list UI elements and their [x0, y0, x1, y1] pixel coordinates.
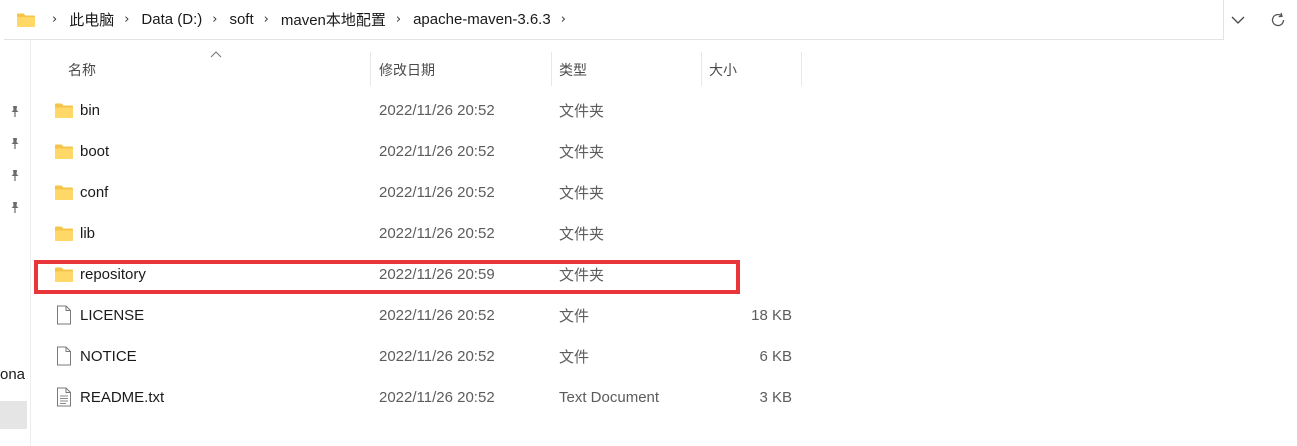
- breadcrumb-item-apache-maven[interactable]: apache-maven-3.6.3: [413, 11, 551, 28]
- file-modified-date: 2022/11/26 20:52: [379, 102, 495, 119]
- file-type: 文件夹: [559, 267, 605, 284]
- file-name[interactable]: conf: [80, 172, 108, 213]
- file-row-notice[interactable]: NOTICE 2022/11/26 20:52 文件 6 KB: [30, 336, 800, 377]
- pin-icon: [8, 168, 22, 182]
- file-name[interactable]: lib: [80, 213, 95, 254]
- file-row-conf[interactable]: conf 2022/11/26 20:52 文件夹: [30, 172, 800, 213]
- pin-icon: [8, 200, 22, 214]
- file-type: 文件: [559, 349, 590, 366]
- file-type: 文件夹: [559, 144, 605, 161]
- file-type: 文件夹: [559, 185, 605, 202]
- folder-icon: [54, 102, 74, 119]
- chevron-right-icon[interactable]: ›: [396, 12, 401, 27]
- breadcrumb-item-soft[interactable]: soft: [229, 11, 253, 28]
- breadcrumb-item-drive[interactable]: Data (D:): [141, 11, 202, 28]
- nav-item-label[interactable]: ona: [0, 366, 25, 383]
- file-row-readme-txt[interactable]: README.txt 2022/11/26 20:52 Text Document 3…: [30, 377, 800, 418]
- column-header-type[interactable]: 类型: [559, 52, 699, 88]
- column-header-size[interactable]: 大小: [709, 52, 799, 88]
- column-divider[interactable]: [701, 52, 702, 86]
- file-name[interactable]: repository: [80, 254, 146, 295]
- file-modified-date: 2022/11/26 20:52: [379, 143, 495, 160]
- file-modified-date: 2022/11/26 20:52: [379, 348, 495, 365]
- pin-icon: [8, 136, 22, 150]
- file-icon: [54, 305, 74, 325]
- chevron-right-icon[interactable]: ›: [212, 12, 217, 27]
- folder-icon: [54, 225, 74, 242]
- pin-icon: [8, 104, 22, 118]
- file-name[interactable]: boot: [80, 131, 109, 172]
- breadcrumb-item-this-pc[interactable]: 此电脑: [69, 9, 114, 30]
- file-row-bin[interactable]: bin 2022/11/26 20:52 文件夹: [30, 90, 800, 131]
- column-type-label: 类型: [559, 62, 587, 78]
- file-name[interactable]: README.txt: [80, 377, 164, 418]
- file-name[interactable]: bin: [80, 90, 100, 131]
- file-type: 文件夹: [559, 103, 605, 120]
- file-icon: [54, 346, 74, 366]
- column-divider[interactable]: [370, 52, 371, 86]
- file-row-license[interactable]: LICENSE 2022/11/26 20:52 文件 18 KB: [30, 295, 800, 336]
- address-bar[interactable]: › 此电脑 › Data (D:) › soft › maven本地配置 › a…: [4, 0, 1224, 40]
- folder-icon: [54, 266, 74, 283]
- file-modified-date: 2022/11/26 20:52: [379, 307, 495, 324]
- breadcrumb-item-maven-config[interactable]: maven本地配置: [281, 9, 386, 30]
- column-size-label: 大小: [709, 62, 737, 78]
- chevron-right-icon[interactable]: ›: [561, 12, 566, 27]
- folder-icon: [54, 143, 74, 160]
- file-modified-date: 2022/11/26 20:52: [379, 225, 495, 242]
- folder-icon: [54, 184, 74, 201]
- column-divider[interactable]: [551, 52, 552, 86]
- breadcrumb: › 此电脑 › Data (D:) › soft › maven本地配置 › a…: [42, 9, 578, 30]
- refresh-button[interactable]: [1266, 8, 1290, 32]
- file-row-lib[interactable]: lib 2022/11/26 20:52 文件夹: [30, 213, 800, 254]
- chevron-down-icon: [1231, 16, 1245, 24]
- address-history-dropdown-button[interactable]: [1226, 8, 1250, 32]
- text-file-icon: [54, 387, 74, 407]
- file-size: 18 KB: [751, 307, 792, 324]
- file-type: 文件夹: [559, 226, 605, 243]
- chevron-right-icon[interactable]: ›: [124, 12, 129, 27]
- chevron-right-icon[interactable]: ›: [264, 12, 269, 27]
- refresh-icon: [1271, 12, 1285, 27]
- column-name-label: 名称: [68, 62, 96, 78]
- column-header-date[interactable]: 修改日期: [379, 52, 549, 88]
- file-size: 6 KB: [759, 348, 792, 365]
- column-divider[interactable]: [801, 52, 802, 86]
- file-name[interactable]: LICENSE: [80, 295, 144, 336]
- file-size: 3 KB: [759, 389, 792, 406]
- file-type: Text Document: [559, 389, 660, 406]
- navigation-pane: [0, 40, 31, 446]
- file-name[interactable]: NOTICE: [80, 336, 137, 377]
- file-modified-date: 2022/11/26 20:52: [379, 389, 495, 406]
- file-row-repository[interactable]: repository 2022/11/26 20:59 文件夹: [30, 254, 800, 295]
- file-modified-date: 2022/11/26 20:59: [379, 266, 495, 283]
- column-header-name[interactable]: 名称: [68, 52, 368, 88]
- file-type: 文件: [559, 308, 590, 325]
- column-date-label: 修改日期: [379, 62, 435, 78]
- chevron-right-icon[interactable]: ›: [52, 12, 57, 27]
- file-row-boot[interactable]: boot 2022/11/26 20:52 文件夹: [30, 131, 800, 172]
- file-modified-date: 2022/11/26 20:52: [379, 184, 495, 201]
- folder-icon: [16, 12, 36, 28]
- nav-item-selected[interactable]: [0, 401, 27, 429]
